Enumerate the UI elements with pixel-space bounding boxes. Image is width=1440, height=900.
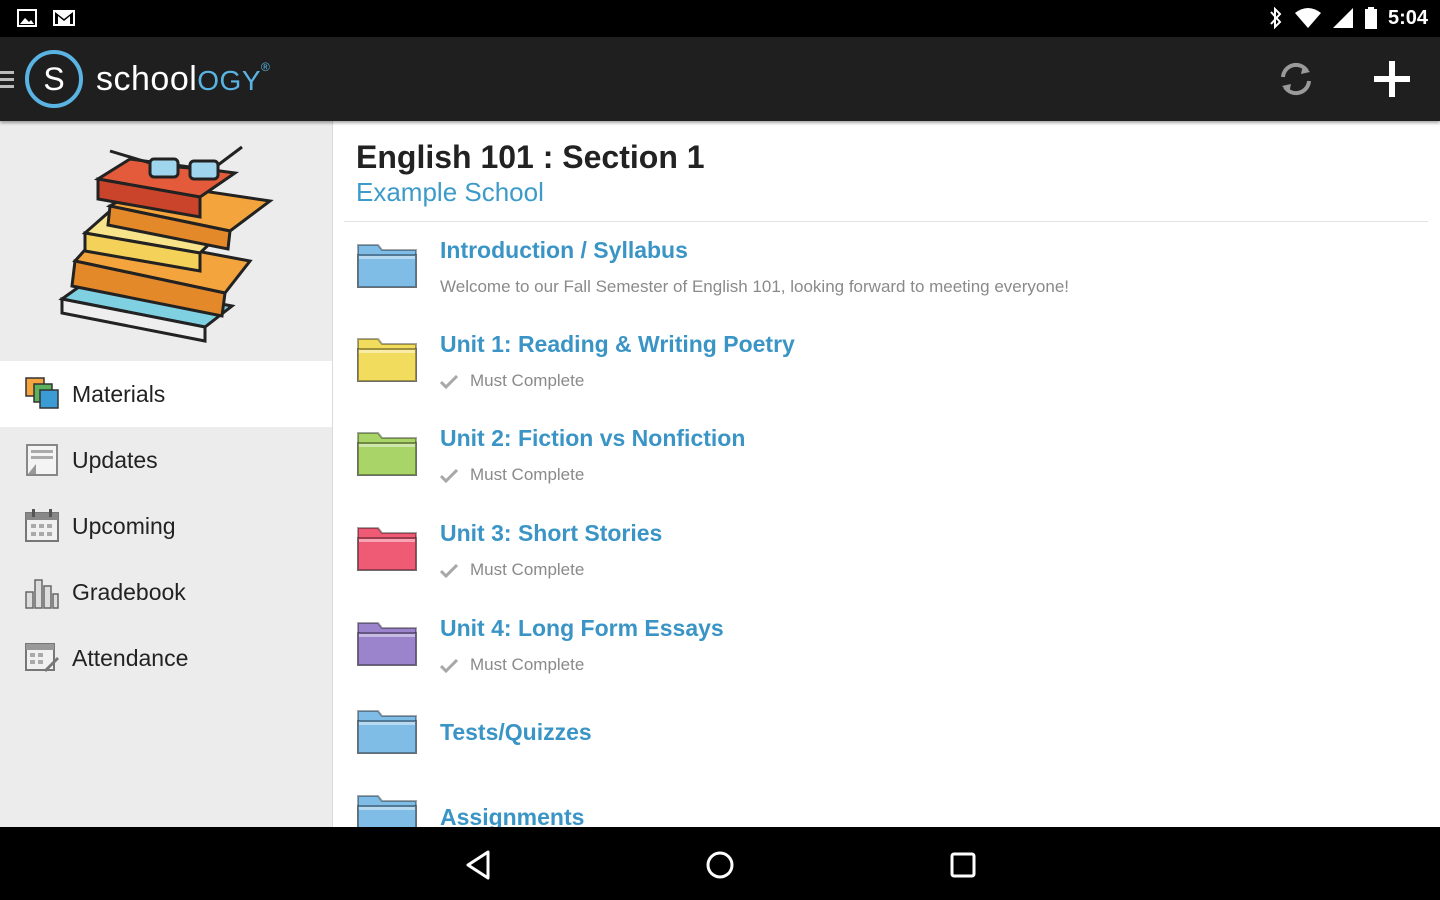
books-illustration-icon <box>58 145 274 343</box>
page-title: English 101 : Section 1 <box>356 139 705 175</box>
folder-title[interactable]: Tests/Quizzes <box>440 719 592 746</box>
must-complete-label: Must Complete <box>440 465 584 485</box>
checkmark-icon <box>440 374 458 389</box>
logo-text: schoolOGY® <box>96 59 271 98</box>
image-icon <box>17 9 37 27</box>
folder-title[interactable]: Unit 3: Short Stories <box>440 520 662 547</box>
back-icon[interactable] <box>460 847 496 883</box>
folder-row[interactable]: Unit 1: Reading & Writing Poetry Must Com… <box>333 327 1440 417</box>
recents-icon[interactable] <box>945 847 981 883</box>
folder-icon <box>357 527 417 571</box>
folder-subtitle-text: Welcome to our Fall Semester of English … <box>440 277 1069 296</box>
folder-row[interactable]: Introduction / Syllabus Welcome to our Fa… <box>333 233 1440 323</box>
checkmark-icon <box>440 563 458 578</box>
gmail-icon <box>53 10 75 26</box>
checkmark-icon <box>440 658 458 673</box>
checkmark-icon <box>440 468 458 483</box>
folder-icon <box>357 710 417 754</box>
sidebar-item-label: Upcoming <box>72 512 176 539</box>
folder-title[interactable]: Unit 1: Reading & Writing Poetry <box>440 331 795 358</box>
system-nav-bar <box>0 827 1440 900</box>
drawer-menu-icon[interactable] <box>0 67 16 91</box>
battery-icon <box>1364 7 1377 29</box>
gradebook-icon <box>25 579 59 609</box>
folder-row[interactable]: Unit 4: Long Form Essays Must Complete <box>333 611 1440 701</box>
sidebar-item-label: Attendance <box>72 644 189 671</box>
calendar-icon <box>25 509 59 542</box>
folder-subtitle-text: Must Complete <box>470 560 585 579</box>
schoology-logo-icon: S <box>25 50 83 108</box>
signal-icon <box>1332 8 1353 28</box>
svg-text:S: S <box>43 61 64 97</box>
wifi-icon <box>1294 8 1321 28</box>
sidebar-item-upcoming[interactable]: Upcoming <box>0 493 332 559</box>
attendance-icon <box>25 643 59 672</box>
sidebar-item-updates[interactable]: Updates <box>0 427 332 493</box>
folder-subtitle-text: Must Complete <box>470 655 585 674</box>
materials-icon <box>25 377 59 409</box>
sidebar-item-materials[interactable]: Materials <box>0 361 332 427</box>
bluetooth-icon <box>1270 6 1282 30</box>
sidebar-item-label: Gradebook <box>72 578 186 605</box>
sidebar-item-label: Materials <box>72 380 166 407</box>
folder-row[interactable]: Unit 3: Short Stories Must Complete <box>333 516 1440 606</box>
must-complete-label: Must Complete <box>440 560 584 580</box>
add-button[interactable] <box>1366 53 1418 105</box>
folder-icon <box>357 795 417 827</box>
folder-icon <box>357 432 417 476</box>
app-bar: S schoolOGY® <box>0 37 1440 121</box>
folder-subtitle-text: Must Complete <box>470 465 585 484</box>
sidebar-item-label: Updates <box>72 446 158 473</box>
folder-icon <box>357 338 417 382</box>
sync-button[interactable] <box>1270 53 1322 105</box>
status-clock: 5:04 <box>1387 6 1428 29</box>
sidebar: Materials Updates Upcoming Gradebook Att… <box>0 121 333 827</box>
divider <box>344 221 1428 222</box>
folder-title[interactable]: Introduction / Syllabus <box>440 237 688 264</box>
folder-row[interactable]: Assignments <box>333 790 1440 827</box>
course-image <box>0 121 332 361</box>
add-icon <box>1374 61 1410 97</box>
must-complete-label: Must Complete <box>440 655 584 675</box>
sync-icon <box>1281 62 1311 96</box>
main-content: English 101 : Section 1 Example School I… <box>333 121 1440 827</box>
status-bar: 5:04 <box>0 0 1440 37</box>
school-link[interactable]: Example School <box>356 177 544 208</box>
folder-subtitle-text: Must Complete <box>470 371 585 390</box>
folder-title[interactable]: Assignments <box>440 804 584 827</box>
folder-row[interactable]: Tests/Quizzes <box>333 705 1440 795</box>
folder-row[interactable]: Unit 2: Fiction vs Nonfiction Must Comple… <box>333 421 1440 511</box>
folder-title[interactable]: Unit 4: Long Form Essays <box>440 615 724 642</box>
home-icon[interactable] <box>702 847 738 883</box>
folder-title[interactable]: Unit 2: Fiction vs Nonfiction <box>440 425 745 452</box>
folder-icon <box>357 622 417 666</box>
folder-description: Welcome to our Fall Semester of English … <box>440 277 1069 297</box>
sidebar-item-gradebook[interactable]: Gradebook <box>0 559 332 625</box>
sidebar-item-attendance[interactable]: Attendance <box>0 625 332 691</box>
must-complete-label: Must Complete <box>440 371 584 391</box>
folder-icon <box>357 244 417 288</box>
updates-icon <box>26 444 58 476</box>
app-logo[interactable]: S schoolOGY® <box>0 37 270 121</box>
